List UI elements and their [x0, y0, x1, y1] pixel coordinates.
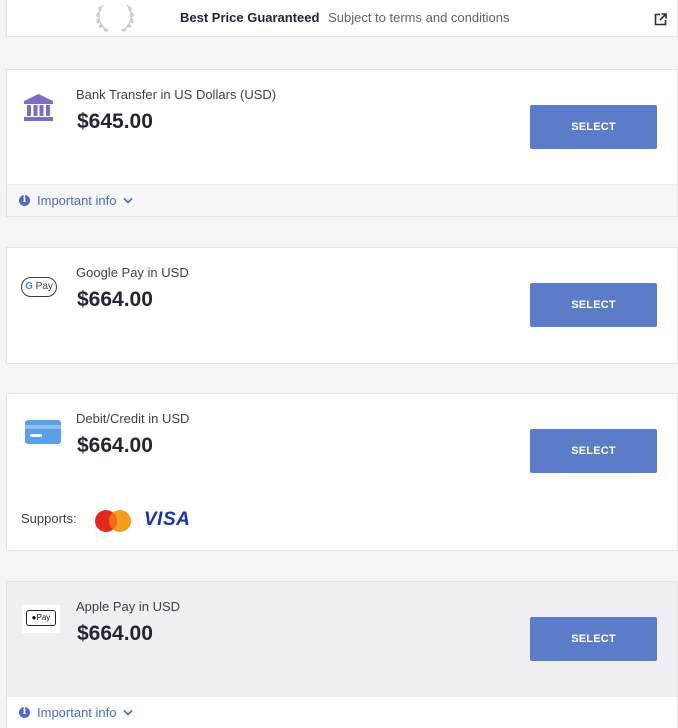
price: $645.00	[77, 110, 153, 133]
payment-option-google-pay: G Pay Google Pay in USD $664.00 SELECT	[6, 247, 678, 364]
apple-pay-icon: ●Pay	[22, 605, 60, 633]
select-button-google-pay[interactable]: SELECT	[530, 283, 657, 327]
credit-card-icon	[25, 420, 61, 444]
banner-subtitle[interactable]: Subject to terms and conditions	[328, 10, 509, 25]
important-info-label: Important info	[37, 193, 117, 208]
laurel-wreath-icon	[96, 4, 134, 32]
supports-label: Supports:	[21, 511, 77, 526]
method-label: Bank Transfer in US Dollars (USD)	[76, 87, 277, 102]
price: $664.00	[77, 622, 153, 645]
chevron-down-icon	[122, 709, 133, 716]
visa-logo: VISA	[144, 509, 191, 530]
method-label: Google Pay in USD	[76, 265, 189, 280]
method-label: Apple Pay in USD	[76, 599, 181, 614]
price: $664.00	[77, 434, 153, 457]
important-info-toggle[interactable]: i Important info	[19, 705, 133, 720]
info-icon: i	[19, 707, 30, 718]
bank-icon	[24, 94, 53, 121]
important-info-row: i Important info	[7, 696, 677, 728]
payment-option-bank-transfer: Bank Transfer in US Dollars (USD) $645.0…	[6, 69, 678, 217]
payment-option-apple-pay: ●Pay Apple Pay in USD $664.00 SELECT i I…	[6, 581, 678, 728]
info-icon: i	[19, 195, 30, 206]
external-link-icon[interactable]	[654, 13, 667, 26]
important-info-row: i Important info	[7, 184, 677, 216]
important-info-toggle[interactable]: i Important info	[19, 193, 133, 208]
important-info-label: Important info	[37, 705, 117, 720]
select-button-apple-pay[interactable]: SELECT	[530, 617, 657, 661]
best-price-banner: Best Price Guaranteed Subject to terms a…	[6, 0, 678, 37]
google-pay-icon: G Pay	[21, 277, 57, 297]
method-label: Debit/Credit in USD	[76, 411, 190, 426]
chevron-down-icon	[122, 197, 133, 204]
select-button-debit-credit[interactable]: SELECT	[530, 429, 657, 473]
price: $664.00	[77, 288, 153, 311]
banner-title: Best Price Guaranteed	[180, 10, 320, 25]
mastercard-icon	[95, 510, 131, 532]
payment-option-debit-credit: Debit/Credit in USD $664.00 SELECT Suppo…	[6, 393, 678, 551]
banner-text: Best Price Guaranteed Subject to terms a…	[180, 10, 509, 25]
select-button-bank-transfer[interactable]: SELECT	[530, 105, 657, 149]
